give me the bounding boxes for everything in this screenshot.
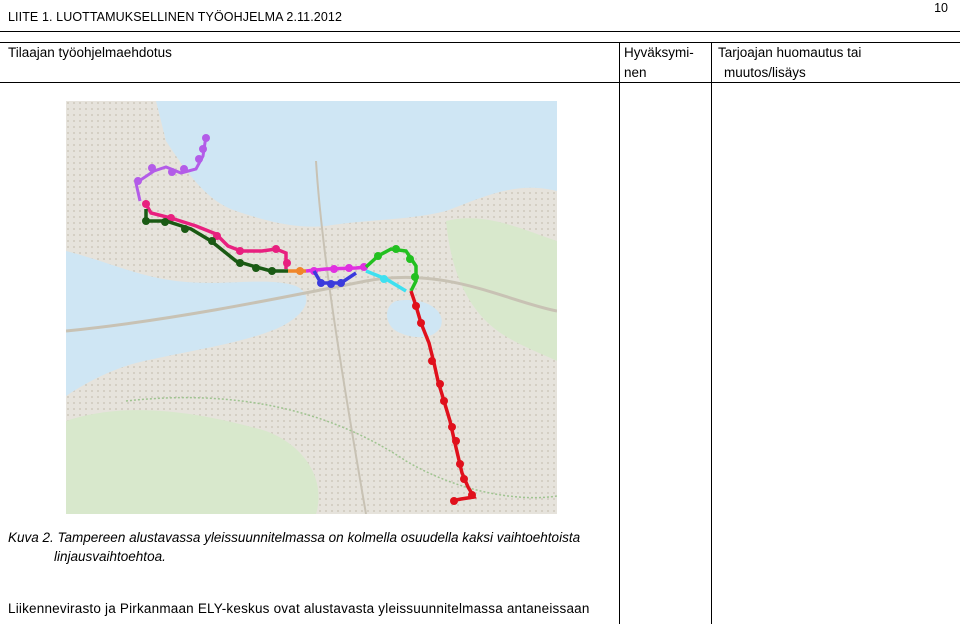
stop-bright-green-1	[374, 252, 382, 260]
column-header-approval: Hyväksymi- nen	[624, 43, 694, 83]
stop-red-6	[448, 423, 456, 431]
stop-magenta-3	[345, 264, 353, 272]
stop-purple-6	[148, 164, 156, 172]
column-header-remarks-line2: muutos/lisäys	[724, 65, 806, 80]
stop-red-4	[436, 380, 444, 388]
stop-purple-7	[134, 177, 142, 185]
stop-purple-4	[180, 165, 188, 173]
column-header-remarks: Tarjoajan huomautus tai muutos/lisäys	[718, 43, 861, 83]
stop-dark-green-4	[208, 237, 216, 245]
stop-dark-green-2	[161, 218, 169, 226]
stop-blue-1	[317, 279, 325, 287]
stop-bright-green-3	[406, 255, 414, 263]
column-header-remarks-line1: Tarjoajan huomautus tai	[718, 45, 862, 60]
column-header-proposal: Tilaajan työohjelmaehdotus	[8, 45, 172, 60]
stop-dark-green-6	[252, 264, 260, 272]
figure-caption-line1: Kuva 2. Tampereen alustavassa yleissuunn…	[8, 530, 581, 545]
stop-pink-1	[142, 200, 150, 208]
stop-dark-green-7	[268, 267, 276, 275]
route-map	[66, 101, 557, 514]
page-number: 10	[934, 1, 948, 15]
body-paragraph: Liikennevirasto ja Pirkanmaan ELY-keskus…	[8, 601, 590, 616]
stop-pink-6	[283, 259, 291, 267]
stop-red-11	[450, 497, 458, 505]
stop-red-8	[456, 460, 464, 468]
stop-bright-green-2	[392, 245, 400, 253]
stop-dark-green-1	[142, 217, 150, 225]
stop-red-9	[460, 475, 468, 483]
column-header-approval-line2: nen	[624, 65, 647, 80]
table-column-divider-1	[619, 42, 620, 624]
stop-dark-green-5	[236, 259, 244, 267]
figure-caption-line2: linjausvaihtoehtoa.	[54, 549, 166, 564]
stop-red-1	[412, 302, 420, 310]
stop-blue-2	[327, 280, 335, 288]
stop-cyan-1	[380, 275, 388, 283]
stop-red-10	[468, 491, 476, 499]
stop-purple-3	[195, 155, 203, 163]
stop-bright-green-4	[411, 273, 419, 281]
document-header-title: LIITE 1. LUOTTAMUKSELLINEN TYÖOHJELMA 2.…	[8, 10, 342, 24]
stop-purple-1	[202, 134, 210, 142]
stop-dark-green-3	[181, 225, 189, 233]
column-header-approval-line1: Hyväksymi-	[624, 45, 694, 60]
stop-pink-4	[236, 247, 244, 255]
stop-purple-5	[168, 168, 176, 176]
stop-magenta-2	[330, 265, 338, 273]
stop-red-3	[428, 357, 436, 365]
stop-red-7	[452, 437, 460, 445]
stop-red-2	[417, 319, 425, 327]
stop-pink-5	[272, 245, 280, 253]
stop-orange-1	[296, 267, 304, 275]
route-blue-stops	[317, 279, 345, 288]
stop-blue-3	[337, 279, 345, 287]
table-column-divider-2	[711, 42, 712, 624]
stop-red-5	[440, 397, 448, 405]
header-rule	[0, 31, 960, 32]
stop-purple-2	[199, 145, 207, 153]
figure-caption: Kuva 2. Tampereen alustavassa yleissuunn…	[8, 528, 618, 566]
